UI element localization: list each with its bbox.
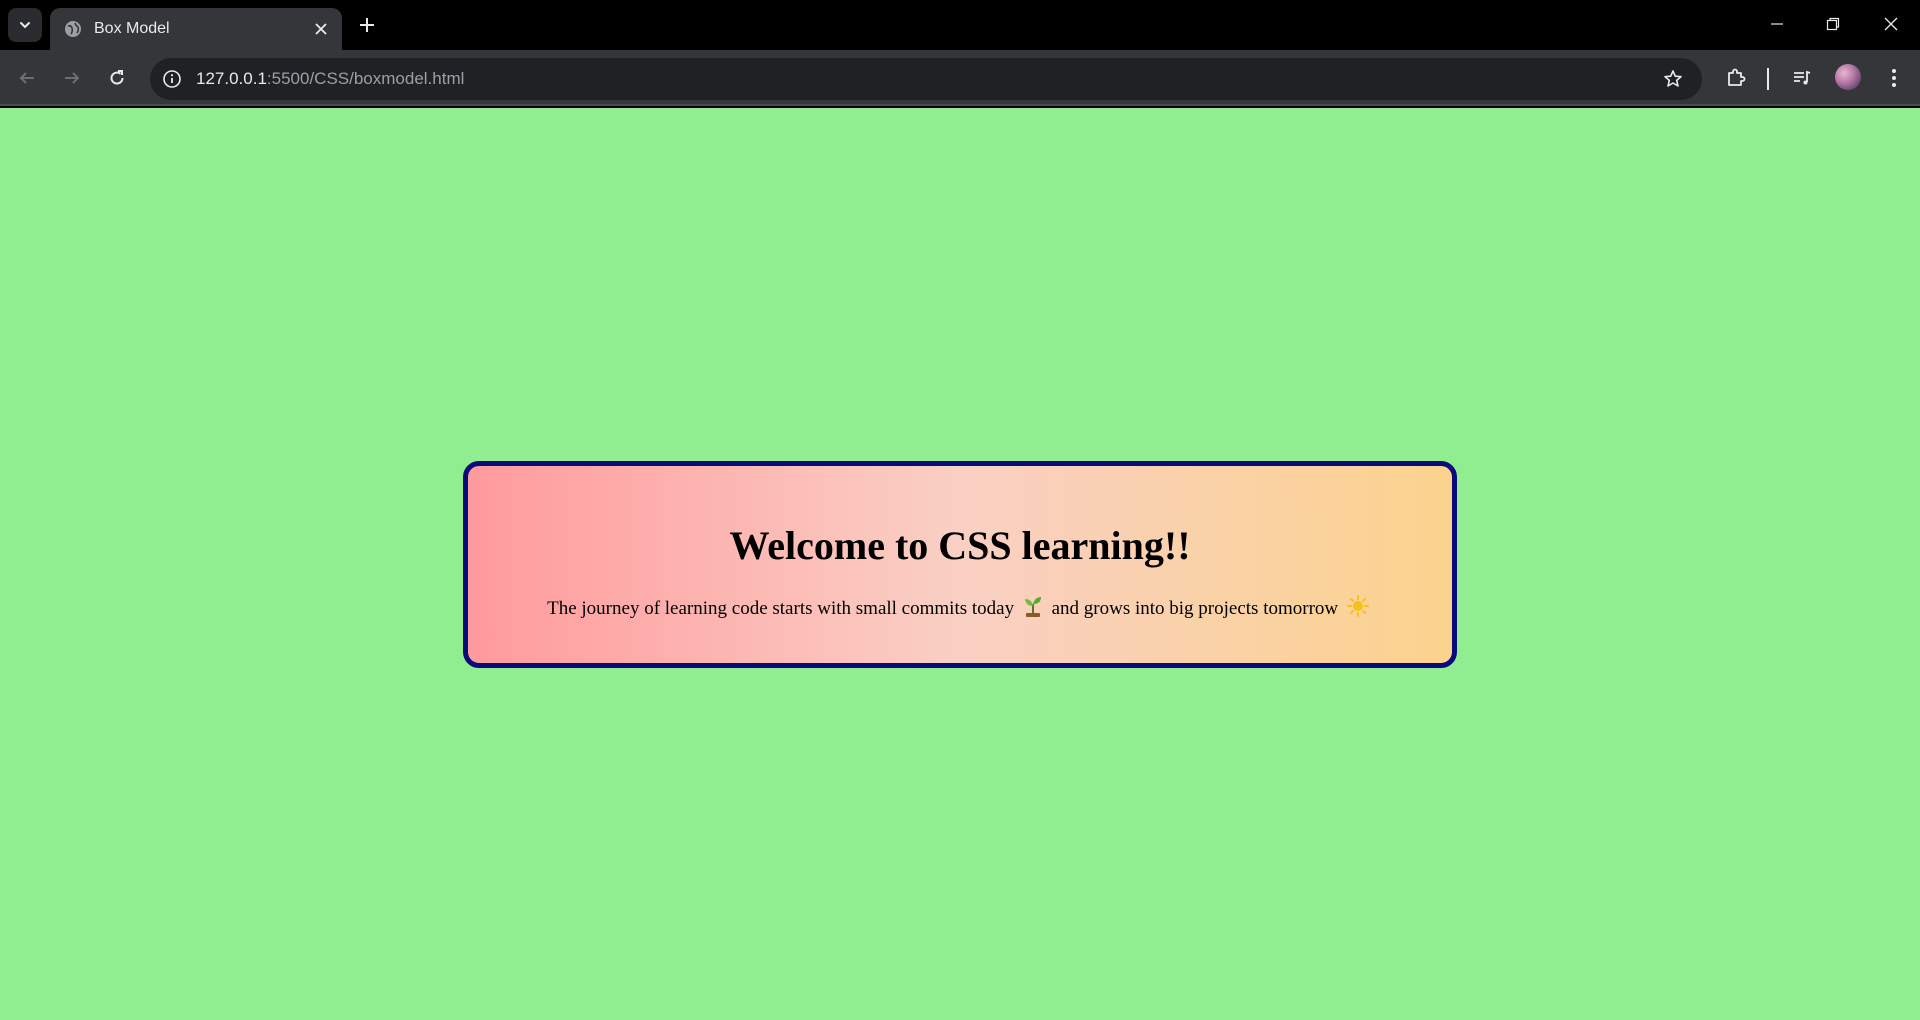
- active-tab[interactable]: Box Model: [50, 8, 342, 50]
- reload-icon: [110, 70, 124, 85]
- more-vertical-icon: [1892, 69, 1896, 87]
- reload-button[interactable]: [99, 60, 135, 96]
- tab-title: Box Model: [94, 20, 170, 37]
- bookmark-star-icon[interactable]: [1656, 62, 1690, 96]
- url-text[interactable]: 127.0.0.1:5500/CSS/boxmodel.html: [196, 69, 1656, 89]
- puzzle-icon: [1728, 68, 1746, 86]
- seedling-icon: [1023, 595, 1043, 623]
- extensions-button[interactable]: [1718, 60, 1754, 96]
- url-path: :5500/CSS/boxmodel.html: [266, 69, 465, 88]
- chevron-down-icon: [20, 22, 30, 29]
- globe-icon: [64, 20, 82, 38]
- plus-icon: [360, 18, 374, 32]
- url-host: 127.0.0.1: [196, 69, 267, 88]
- toolbar: 127.0.0.1:5500/CSS/boxmodel.html: [0, 50, 1920, 106]
- minimize-icon: [1771, 23, 1783, 25]
- close-icon: [1884, 17, 1898, 31]
- arrow-left-icon: [19, 72, 34, 84]
- new-tab-button[interactable]: [350, 8, 384, 42]
- playlist-music-icon: [1794, 70, 1811, 85]
- paragraph-text-part2: and grows into big projects tomorrow: [1046, 598, 1343, 619]
- back-button[interactable]: [9, 60, 45, 96]
- restore-button[interactable]: [1804, 0, 1862, 48]
- card-heading: Welcome to CSS learning!!: [729, 523, 1191, 568]
- minimize-button[interactable]: [1748, 0, 1806, 48]
- menu-button[interactable]: [1876, 60, 1912, 96]
- welcome-card: Welcome to CSS learning!! The journey of…: [463, 461, 1457, 668]
- paragraph-text-part1: The journey of learning code starts with…: [547, 598, 1019, 619]
- restore-icon: [1826, 17, 1840, 31]
- site-info-icon[interactable]: [156, 63, 188, 95]
- media-controls-button[interactable]: [1784, 60, 1820, 96]
- forward-button[interactable]: [54, 60, 90, 96]
- tab-search-button[interactable]: [8, 8, 42, 42]
- card-paragraph: The journey of learning code starts with…: [468, 595, 1452, 623]
- close-window-button[interactable]: [1862, 0, 1920, 48]
- toolbar-divider: [1767, 68, 1769, 90]
- arrow-right-icon: [65, 72, 80, 84]
- page-viewport: Welcome to CSS learning!! The journey of…: [0, 108, 1920, 1020]
- profile-avatar[interactable]: [1835, 64, 1861, 90]
- sun-icon: [1346, 595, 1369, 623]
- close-icon: [315, 23, 327, 35]
- tab-close-button[interactable]: [308, 16, 334, 42]
- address-bar[interactable]: 127.0.0.1:5500/CSS/boxmodel.html: [150, 58, 1702, 100]
- tab-strip: Box Model: [0, 0, 1920, 50]
